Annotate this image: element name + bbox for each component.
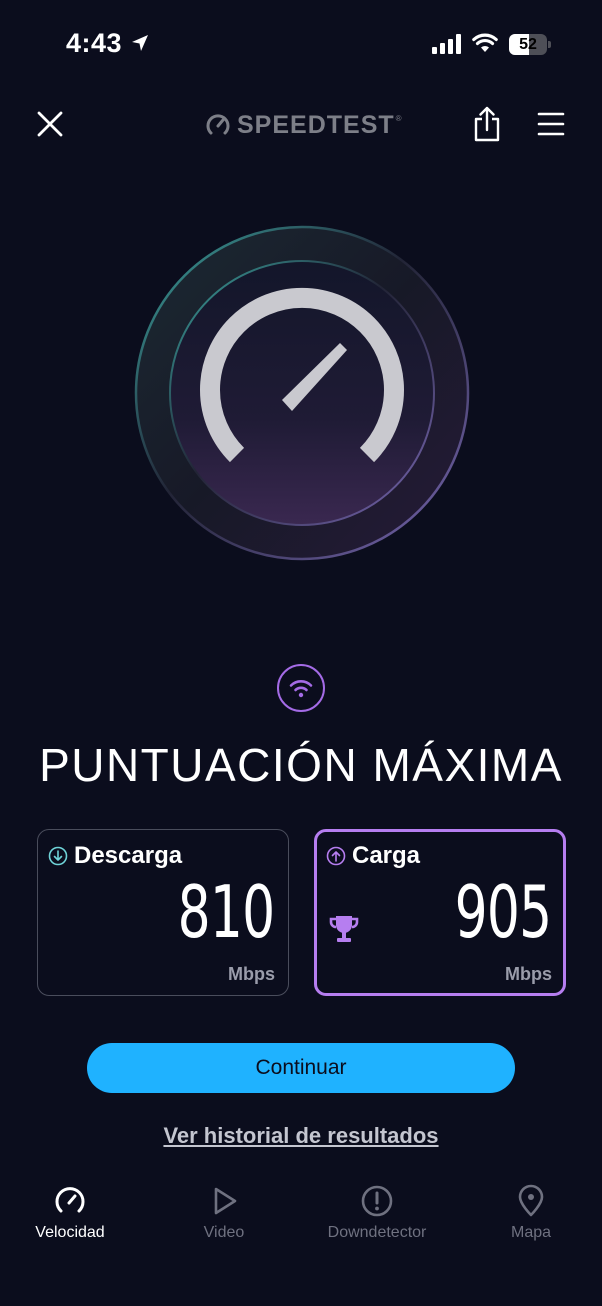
status-bar: 4:43 52 bbox=[0, 0, 602, 90]
tab-label-mapa: Mapa bbox=[510, 1224, 552, 1241]
trophy-icon bbox=[329, 916, 359, 942]
upload-unit: Mbps bbox=[505, 964, 552, 984]
tab-mapa[interactable]: Mapa bbox=[471, 1184, 591, 1254]
tab-label-downdetector: Downdetector bbox=[327, 1224, 427, 1241]
logo-trademark: ® bbox=[395, 114, 402, 123]
battery-body: 52 bbox=[509, 34, 547, 55]
download-label: Descarga bbox=[74, 842, 183, 869]
share-button[interactable] bbox=[472, 106, 502, 142]
tab-label-velocidad: Velocidad bbox=[35, 1224, 105, 1241]
menu-button[interactable] bbox=[537, 110, 565, 138]
download-unit: Mbps bbox=[228, 964, 275, 984]
alert-icon bbox=[361, 1185, 393, 1217]
tab-video[interactable]: Video bbox=[164, 1184, 284, 1254]
share-icon bbox=[474, 106, 500, 142]
battery-cap bbox=[548, 41, 551, 48]
battery-level: 52 bbox=[519, 36, 537, 53]
close-icon bbox=[37, 111, 63, 137]
speedtest-result-screen: 4:43 52 SPEEDTEST ® PUNTUACIÓN MÁXIMA De… bbox=[0, 0, 602, 1306]
cellular-signal-icon bbox=[432, 34, 461, 54]
tab-downdetector[interactable]: Downdetector bbox=[317, 1184, 437, 1254]
play-icon bbox=[214, 1187, 237, 1215]
download-card: Descarga 810 Mbps bbox=[37, 829, 289, 996]
speed-gauge bbox=[134, 225, 470, 561]
speedtest-logo: SPEEDTEST ® bbox=[205, 110, 402, 140]
tab-label-video: Video bbox=[203, 1224, 245, 1241]
tab-velocidad[interactable]: Velocidad bbox=[10, 1184, 130, 1254]
close-button[interactable] bbox=[33, 107, 67, 141]
upload-card: Carga 905 Mbps bbox=[314, 829, 566, 996]
speedometer-icon bbox=[55, 1187, 85, 1213]
battery-indicator: 52 bbox=[509, 34, 551, 55]
arrow-up-circle-icon bbox=[326, 846, 346, 866]
wifi-icon bbox=[289, 680, 313, 698]
download-value: 810 bbox=[177, 870, 275, 954]
upload-label: Carga bbox=[352, 842, 421, 869]
wifi-status-icon bbox=[472, 33, 498, 52]
logo-text: SPEEDTEST bbox=[237, 110, 395, 139]
speedtest-logo-icon bbox=[206, 114, 230, 135]
arrow-down-circle-icon bbox=[48, 846, 68, 866]
map-pin-icon bbox=[518, 1184, 544, 1217]
continue-button[interactable]: Continuar bbox=[87, 1043, 515, 1093]
upload-value: 905 bbox=[454, 870, 552, 954]
status-time: 4:43 bbox=[66, 28, 123, 58]
result-title: PUNTUACIÓN MÁXIMA bbox=[39, 739, 563, 791]
location-arrow-icon bbox=[132, 35, 148, 51]
connection-type-badge bbox=[277, 664, 325, 712]
results-history-link[interactable]: Ver historial de resultados bbox=[0, 1123, 602, 1149]
menu-icon bbox=[537, 112, 565, 136]
